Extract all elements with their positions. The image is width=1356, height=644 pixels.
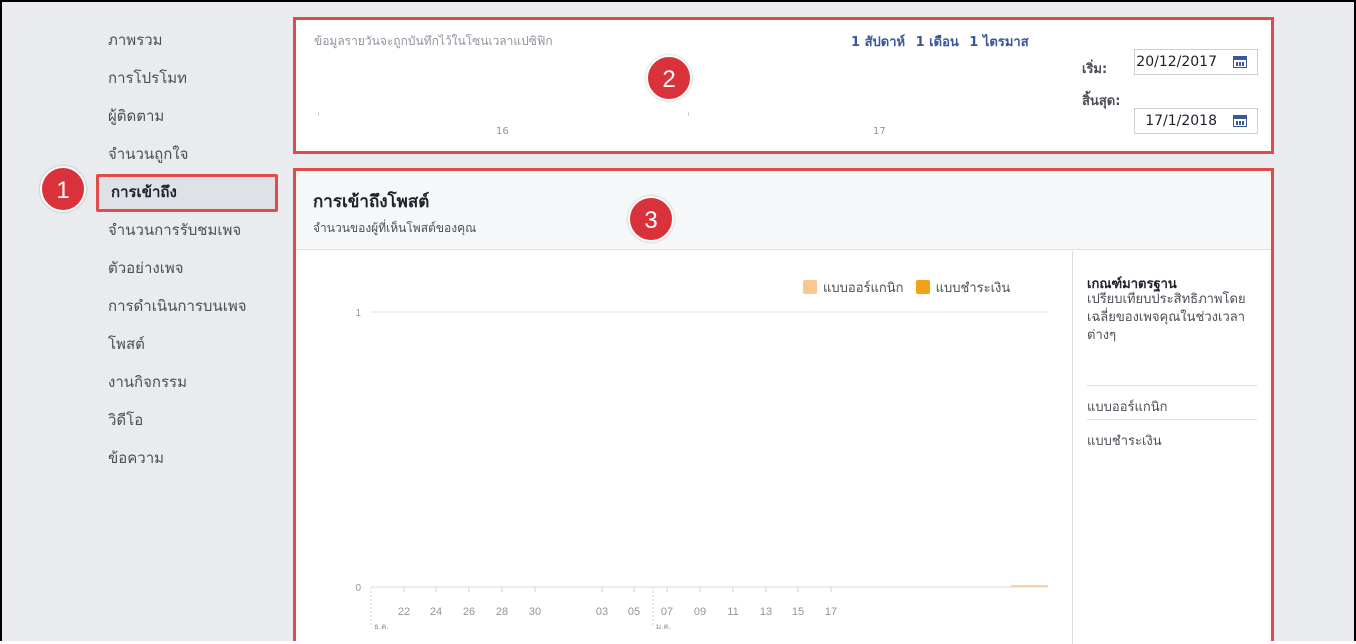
start-date-field[interactable]: 20/12/2017 bbox=[1134, 49, 1258, 75]
x-tick-label: 28 bbox=[496, 606, 508, 618]
sidebar-item-likes[interactable]: จำนวนถูกใจ bbox=[96, 136, 286, 174]
x-tick-label: 30 bbox=[529, 606, 541, 618]
benchmark-description: เปรียบเทียบประสิทธิภาพโดยเฉลี่ยของเพจคุณ… bbox=[1087, 292, 1246, 343]
post-reach-subtitle: จำนวนของผู้ที่เห็นโพสต์ของคุณ bbox=[313, 221, 477, 235]
sidebar-item-page-previews[interactable]: ตัวอย่างเพจ bbox=[96, 250, 286, 288]
x-tick-label: 11 bbox=[727, 606, 738, 618]
month-label: ม.ค. bbox=[656, 622, 671, 631]
start-date-label: เริ่ม: bbox=[1082, 62, 1108, 77]
range-1-quarter[interactable]: 1 ไตรมาส bbox=[969, 35, 1028, 50]
timeline-tick: 17 bbox=[873, 126, 886, 137]
sidebar-item-posts[interactable]: โพสต์ bbox=[96, 326, 286, 364]
x-tick-label: 09 bbox=[694, 606, 706, 618]
x-tick-label: 05 bbox=[628, 606, 640, 618]
x-tick-label: 13 bbox=[760, 606, 772, 618]
date-range-panel: ข้อมูลรายวันจะถูกบันทึกไว้ในโซนเวลาแปซิฟ… bbox=[293, 17, 1274, 154]
sidebar-item-reach[interactable]: การเข้าถึง bbox=[96, 174, 278, 212]
x-tick-label: 22 bbox=[398, 606, 410, 618]
sidebar-item-messages[interactable]: ข้อความ bbox=[96, 440, 286, 478]
x-tick-label: 26 bbox=[463, 606, 475, 618]
y-tick-label: 0 bbox=[355, 583, 361, 594]
calendar-icon[interactable] bbox=[1233, 115, 1247, 127]
timezone-note: ข้อมูลรายวันจะถูกบันทึกไว้ในโซนเวลาแปซิฟ… bbox=[314, 34, 553, 48]
sidebar-item-promotions[interactable]: การโปรโมท bbox=[96, 60, 286, 98]
sidebar-item-overview[interactable]: ภาพรวม bbox=[96, 22, 286, 60]
start-date-value: 20/12/2017 bbox=[1136, 54, 1217, 70]
range-selector: 1 สัปดาห์ 1 เดือน 1 ไตรมาส bbox=[851, 31, 1035, 52]
benchmark-panel: เกณฑ์มาตรฐาน เปรียบเทียบประสิทธิภาพโดยเฉ… bbox=[1072, 251, 1271, 644]
sidebar-item-page-views[interactable]: จำนวนการรับชมเพจ bbox=[96, 212, 286, 250]
chart-svg: 1 0 22 24 26 28 30 03 05 07 09 11 13 15 17 ธ.ค. ม.ค. bbox=[355, 308, 1048, 631]
post-reach-chart: แบบออร์แกนิก แบบชำระเงิน 1 0 22 24 26 28 30 03 0… bbox=[296, 251, 1071, 644]
post-reach-title: การเข้าถึงโพสต์ bbox=[313, 192, 430, 212]
annotation-badge-3: 3 bbox=[628, 196, 674, 242]
timeline-tick: 16 bbox=[496, 126, 509, 137]
sidebar-item-followers[interactable]: ผู้ติดตาม bbox=[96, 98, 286, 136]
sidebar-item-actions-on-page[interactable]: การดำเนินการบนเพจ bbox=[96, 288, 286, 326]
y-tick-label: 1 bbox=[355, 308, 361, 319]
range-1-month[interactable]: 1 เดือน bbox=[916, 35, 959, 50]
sidebar-item-events[interactable]: งานกิจกรรม bbox=[96, 364, 286, 402]
benchmark-organic[interactable]: แบบออร์แกนิก bbox=[1087, 385, 1257, 419]
x-tick-label: 24 bbox=[430, 606, 442, 618]
timeline-axis: 16 17 bbox=[296, 112, 1056, 142]
end-date-value: 17/1/2018 bbox=[1145, 113, 1217, 129]
annotation-badge-2: 2 bbox=[646, 55, 692, 101]
post-reach-panel: การเข้าถึงโพสต์ จำนวนของผู้ที่เห็นโพสต์ข… bbox=[293, 168, 1274, 644]
range-1-week[interactable]: 1 สัปดาห์ bbox=[851, 35, 905, 50]
x-tick-label: 15 bbox=[792, 606, 804, 618]
post-reach-header: การเข้าถึงโพสต์ จำนวนของผู้ที่เห็นโพสต์ข… bbox=[296, 171, 1271, 250]
sidebar-item-videos[interactable]: วิดีโอ bbox=[96, 402, 286, 440]
end-date-field[interactable]: 17/1/2018 bbox=[1134, 108, 1258, 134]
x-tick-label: 07 bbox=[661, 606, 673, 618]
annotation-badge-1: 1 bbox=[40, 166, 86, 212]
end-date-label: สิ้นสุด: bbox=[1082, 94, 1121, 109]
calendar-icon[interactable] bbox=[1233, 56, 1247, 68]
insights-sidebar: ภาพรวม การโปรโมท ผู้ติดตาม จำนวนถูกใจ กา… bbox=[96, 22, 286, 478]
benchmark-paid[interactable]: แบบชำระเงิน bbox=[1087, 419, 1257, 453]
month-label: ธ.ค. bbox=[374, 622, 389, 631]
x-tick-label: 03 bbox=[596, 606, 608, 618]
x-tick-label: 17 bbox=[825, 606, 837, 618]
